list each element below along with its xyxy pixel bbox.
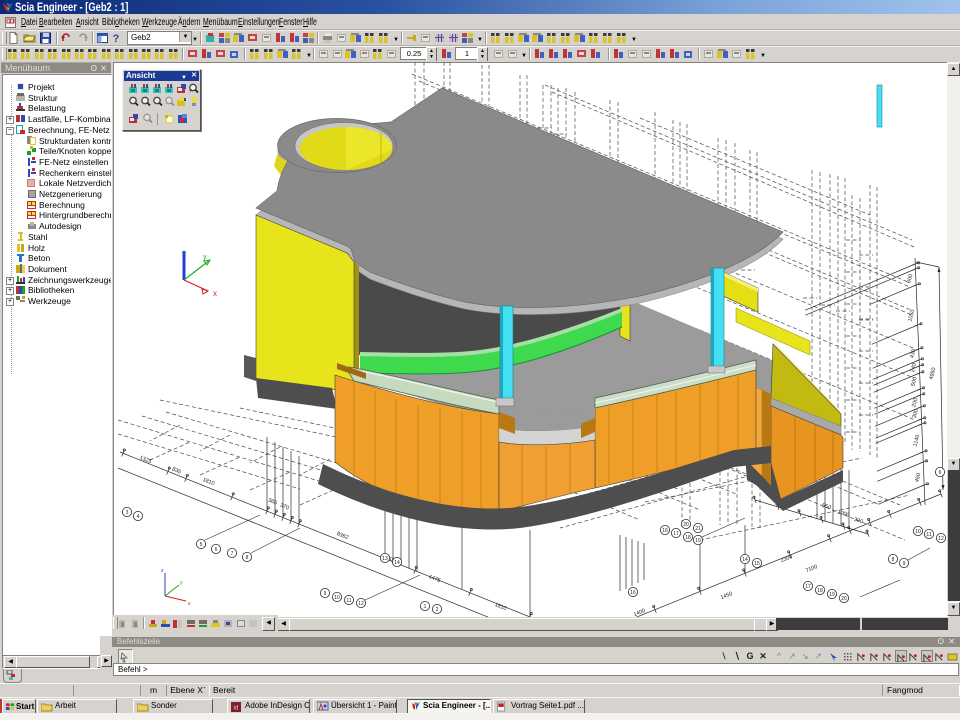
svg-text:12: 12 xyxy=(938,536,944,542)
svg-text:1000: 1000 xyxy=(837,509,850,518)
svg-text:4: 4 xyxy=(137,514,140,520)
svg-text:18: 18 xyxy=(817,588,823,594)
svg-text:x: x xyxy=(188,601,191,607)
svg-text:1325: 1325 xyxy=(139,455,153,465)
svg-text:11: 11 xyxy=(926,532,931,538)
svg-text:200: 200 xyxy=(911,398,919,408)
svg-text:19: 19 xyxy=(695,538,701,544)
svg-text:1050: 1050 xyxy=(907,309,916,322)
svg-text:10: 10 xyxy=(334,595,340,601)
svg-text:20: 20 xyxy=(683,522,689,528)
svg-text:x: x xyxy=(213,289,217,298)
svg-text:600: 600 xyxy=(906,274,914,284)
svg-text:17: 17 xyxy=(805,584,811,590)
svg-text:4950: 4950 xyxy=(929,367,938,380)
svg-text:14: 14 xyxy=(394,560,400,566)
svg-text:id: id xyxy=(234,705,239,712)
svg-text:11: 11 xyxy=(346,598,351,604)
svg-text:1810: 1810 xyxy=(494,602,508,612)
svg-text:370: 370 xyxy=(279,503,290,512)
svg-text:18: 18 xyxy=(685,535,691,541)
svg-text:835: 835 xyxy=(171,467,182,476)
svg-text:2300: 2300 xyxy=(780,554,794,564)
svg-text:9: 9 xyxy=(324,591,327,597)
svg-text:20: 20 xyxy=(841,596,847,602)
svg-text:6: 6 xyxy=(939,470,942,476)
svg-text:1: 1 xyxy=(424,604,427,610)
svg-text:13: 13 xyxy=(382,556,388,562)
svg-text:5: 5 xyxy=(200,542,203,548)
svg-text:16: 16 xyxy=(662,528,668,534)
svg-text:16: 16 xyxy=(630,590,636,596)
svg-text:7: 7 xyxy=(231,551,234,557)
svg-text:z: z xyxy=(161,568,164,574)
svg-text:365: 365 xyxy=(267,498,278,507)
svg-text:500: 500 xyxy=(910,377,918,387)
svg-text:?: ? xyxy=(113,33,120,44)
svg-text:19: 19 xyxy=(829,592,835,598)
svg-text:7100: 7100 xyxy=(805,564,819,574)
svg-text:9: 9 xyxy=(903,561,906,567)
svg-text:1475: 1475 xyxy=(428,574,442,584)
svg-text:+: + xyxy=(189,89,193,94)
svg-text:450: 450 xyxy=(914,473,922,483)
svg-text:1450: 1450 xyxy=(720,591,734,601)
svg-text:y: y xyxy=(180,580,183,586)
svg-text:y: y xyxy=(203,254,207,261)
svg-text:2: 2 xyxy=(436,607,439,613)
svg-text:1140: 1140 xyxy=(913,434,922,447)
svg-text:300: 300 xyxy=(853,517,864,525)
svg-text:10: 10 xyxy=(915,529,921,535)
svg-text:8: 8 xyxy=(246,555,249,561)
svg-text:21: 21 xyxy=(695,526,701,532)
svg-text:240: 240 xyxy=(910,363,918,373)
svg-text:17: 17 xyxy=(673,531,679,537)
svg-text:15: 15 xyxy=(754,561,760,567)
svg-text:3: 3 xyxy=(126,510,129,516)
svg-text:8: 8 xyxy=(892,557,895,563)
svg-text:550: 550 xyxy=(821,503,832,511)
svg-text:6: 6 xyxy=(215,547,218,553)
svg-text:12: 12 xyxy=(358,601,364,607)
svg-text:14: 14 xyxy=(742,557,748,563)
